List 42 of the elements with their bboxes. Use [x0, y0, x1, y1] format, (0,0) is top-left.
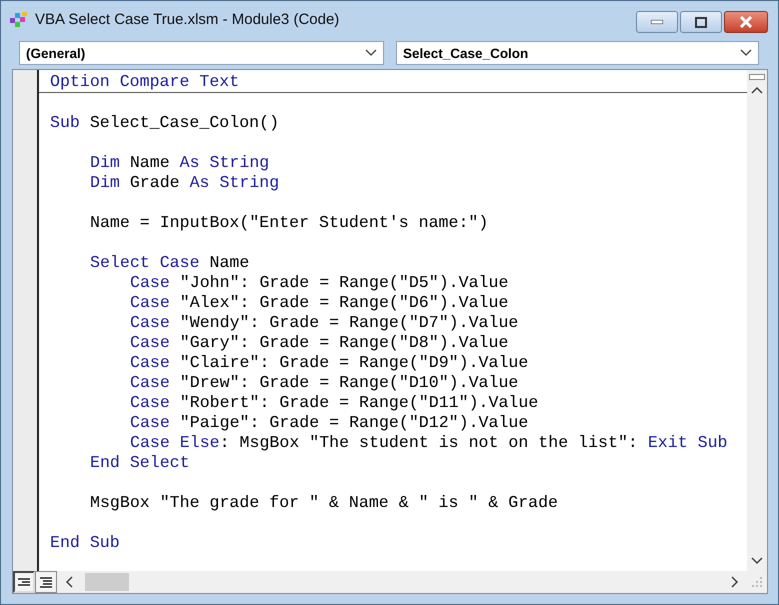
- procedure-dropdown[interactable]: Select_Case_Colon: [396, 41, 759, 65]
- maximize-icon: [695, 16, 707, 28]
- scroll-thumb[interactable]: [85, 573, 129, 591]
- code-line: Name = InputBox("Enter Student's name:"): [89, 213, 490, 233]
- code-line: Case "Drew": Grade = Range("D10").Value: [129, 373, 520, 393]
- close-button[interactable]: [724, 11, 768, 33]
- code-line: Case "Gary": Grade = Range("D8").Value: [129, 333, 510, 353]
- code-line: End Sub: [50, 533, 121, 553]
- module-view-button[interactable]: [35, 571, 57, 593]
- close-icon: [739, 16, 753, 28]
- code-line: Case "Wendy": Grade = Range("D7").Value: [129, 313, 520, 333]
- procedure-view-button[interactable]: [13, 571, 35, 593]
- code-line: Dim Grade As String: [89, 173, 280, 193]
- code-line: Case Else: MsgBox "The student is not on the list": Exit Sub: [129, 433, 728, 453]
- lines-icon: [40, 576, 52, 588]
- vertical-scrollbar[interactable]: [747, 70, 767, 571]
- minimize-icon: [651, 20, 663, 24]
- code-line: Sub Select_Case_Colon(): [50, 113, 280, 133]
- code-line: Case "John": Grade = Range("D5").Value: [129, 273, 510, 293]
- code-line: Case "Paige": Grade = Range("D12").Value: [129, 413, 530, 433]
- code-line: Case "Claire": Grade = Range("D9").Value: [129, 353, 530, 373]
- code-line: Case "Robert": Grade = Range("D11").Value: [129, 393, 540, 413]
- maximize-button[interactable]: [680, 11, 722, 33]
- code-line: Option Compare Text: [50, 71, 240, 92]
- app-icon: [9, 10, 29, 28]
- object-dropdown[interactable]: (General): [19, 41, 384, 65]
- scroll-right-icon[interactable]: [731, 576, 739, 588]
- resize-grip-icon[interactable]: [751, 576, 763, 588]
- scroll-down-icon[interactable]: [751, 557, 763, 565]
- window-title: VBA Select Case True.xlsm - Module3 (Code): [35, 11, 340, 28]
- splitter-handle[interactable]: [749, 74, 765, 80]
- minimize-button[interactable]: [636, 11, 678, 33]
- scroll-up-icon[interactable]: [751, 86, 763, 94]
- chevron-down-icon: [740, 49, 752, 57]
- code-line: End Select: [89, 453, 191, 473]
- code-line: MsgBox "The grade for " & Name & " is " & Grade: [89, 493, 560, 513]
- code-line: Case "Alex": Grade = Range("D6").Value: [129, 293, 510, 313]
- chevron-down-icon: [365, 49, 377, 57]
- code-line: Select Case Name: [89, 253, 250, 273]
- lines-icon: [18, 578, 30, 586]
- code-line: Dim Name As String: [89, 153, 270, 173]
- scroll-left-icon[interactable]: [65, 576, 73, 588]
